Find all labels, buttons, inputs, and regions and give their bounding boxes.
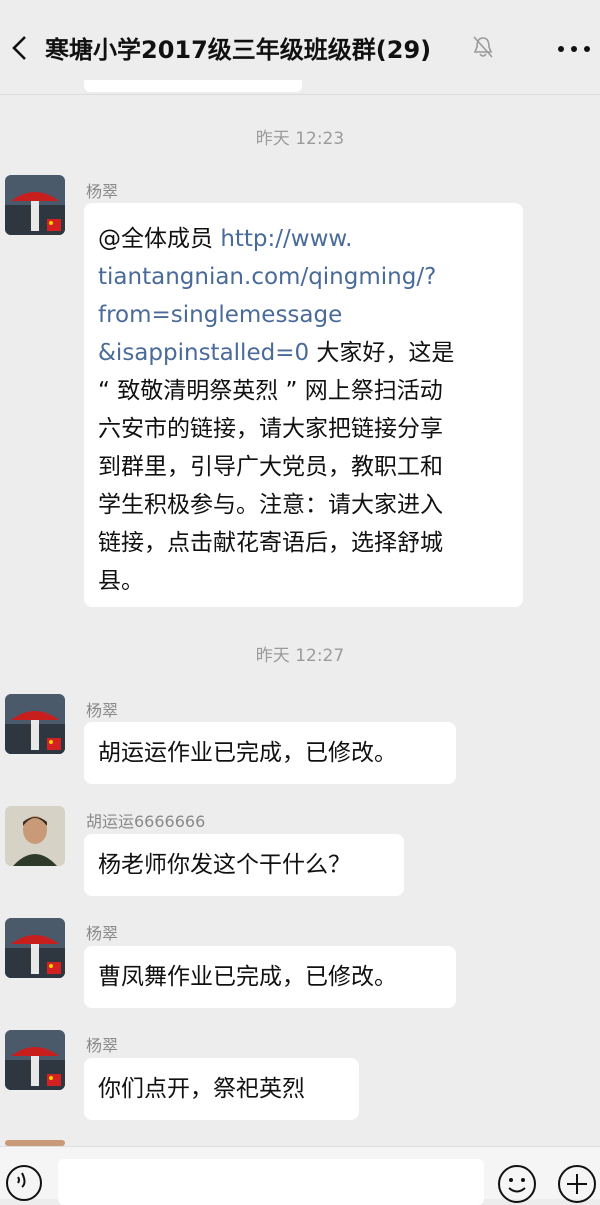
plus-icon[interactable] [556,1163,598,1205]
message-link[interactable]: tiantangnian.com/qingming/? [98,258,454,296]
more-dots-icon[interactable] [556,44,592,54]
previous-message-bubble [84,80,302,92]
sender-name: 杨翠 [86,701,119,720]
message-text: 你们点开，祭祀英烈 [98,1076,305,1102]
timestamp: 昨天 12:27 [255,646,345,666]
message-text: 链接，点击献花寄语后，选择舒城 [98,530,443,556]
bell-muted-icon [473,36,493,58]
message-text: 到群里，引导广大党员，教职工和 [98,454,443,480]
message-text: 大家好，这是 [309,340,455,366]
avatar[interactable] [5,1030,65,1090]
chat-title: 寒塘小学2017级三年级班级群(29) [45,36,432,64]
message-text: 胡运运作业已完成，已修改。 [98,740,397,766]
avatar[interactable] [5,694,65,754]
message-text: 六安市的链接，请大家把链接分享 [98,416,443,442]
avatar[interactable] [5,918,65,978]
avatar[interactable] [5,806,65,866]
chevron-left-icon[interactable] [8,34,32,62]
sender-name: 杨翠 [86,182,119,201]
message-text: “ 致敬清明祭英烈 ” 网上祭扫活动 [98,378,443,404]
message-bubble[interactable]: 杨老师你发这个干什么？ [84,834,404,896]
message-link[interactable]: from=singlemessage [98,296,454,334]
input-bar [0,1146,600,1205]
message-bubble[interactable]: 你们点开，祭祀英烈 [84,1058,359,1120]
sender-name: 胡运运6666666 [86,812,206,831]
message-text: 学生积极参与。注意：请大家进入 [98,492,443,518]
sender-name: 杨翠 [86,1036,119,1055]
message-bubble[interactable]: 曹凤舞作业已完成，已修改。 [84,946,456,1008]
message-text: 曹凤舞作业已完成，已修改。 [98,964,397,990]
message-bubble[interactable]: @全体成员 http://www. tiantangnian.com/qingm… [84,203,523,607]
message-input[interactable] [58,1159,484,1205]
mention-text: @全体成员 [98,226,221,252]
voice-icon[interactable] [4,1163,44,1203]
message-bubble[interactable]: 胡运运作业已完成，已修改。 [84,722,456,784]
avatar[interactable] [5,175,65,235]
message-text: 杨老师你发这个干什么？ [98,852,351,878]
sender-name: 杨翠 [86,924,119,943]
message-link[interactable]: &isappinstalled=0 [98,340,309,366]
emoji-icon[interactable] [496,1163,538,1205]
message-text: 县。 [98,568,144,594]
message-link[interactable]: http://www. [220,226,352,252]
timestamp: 昨天 12:23 [255,129,345,149]
